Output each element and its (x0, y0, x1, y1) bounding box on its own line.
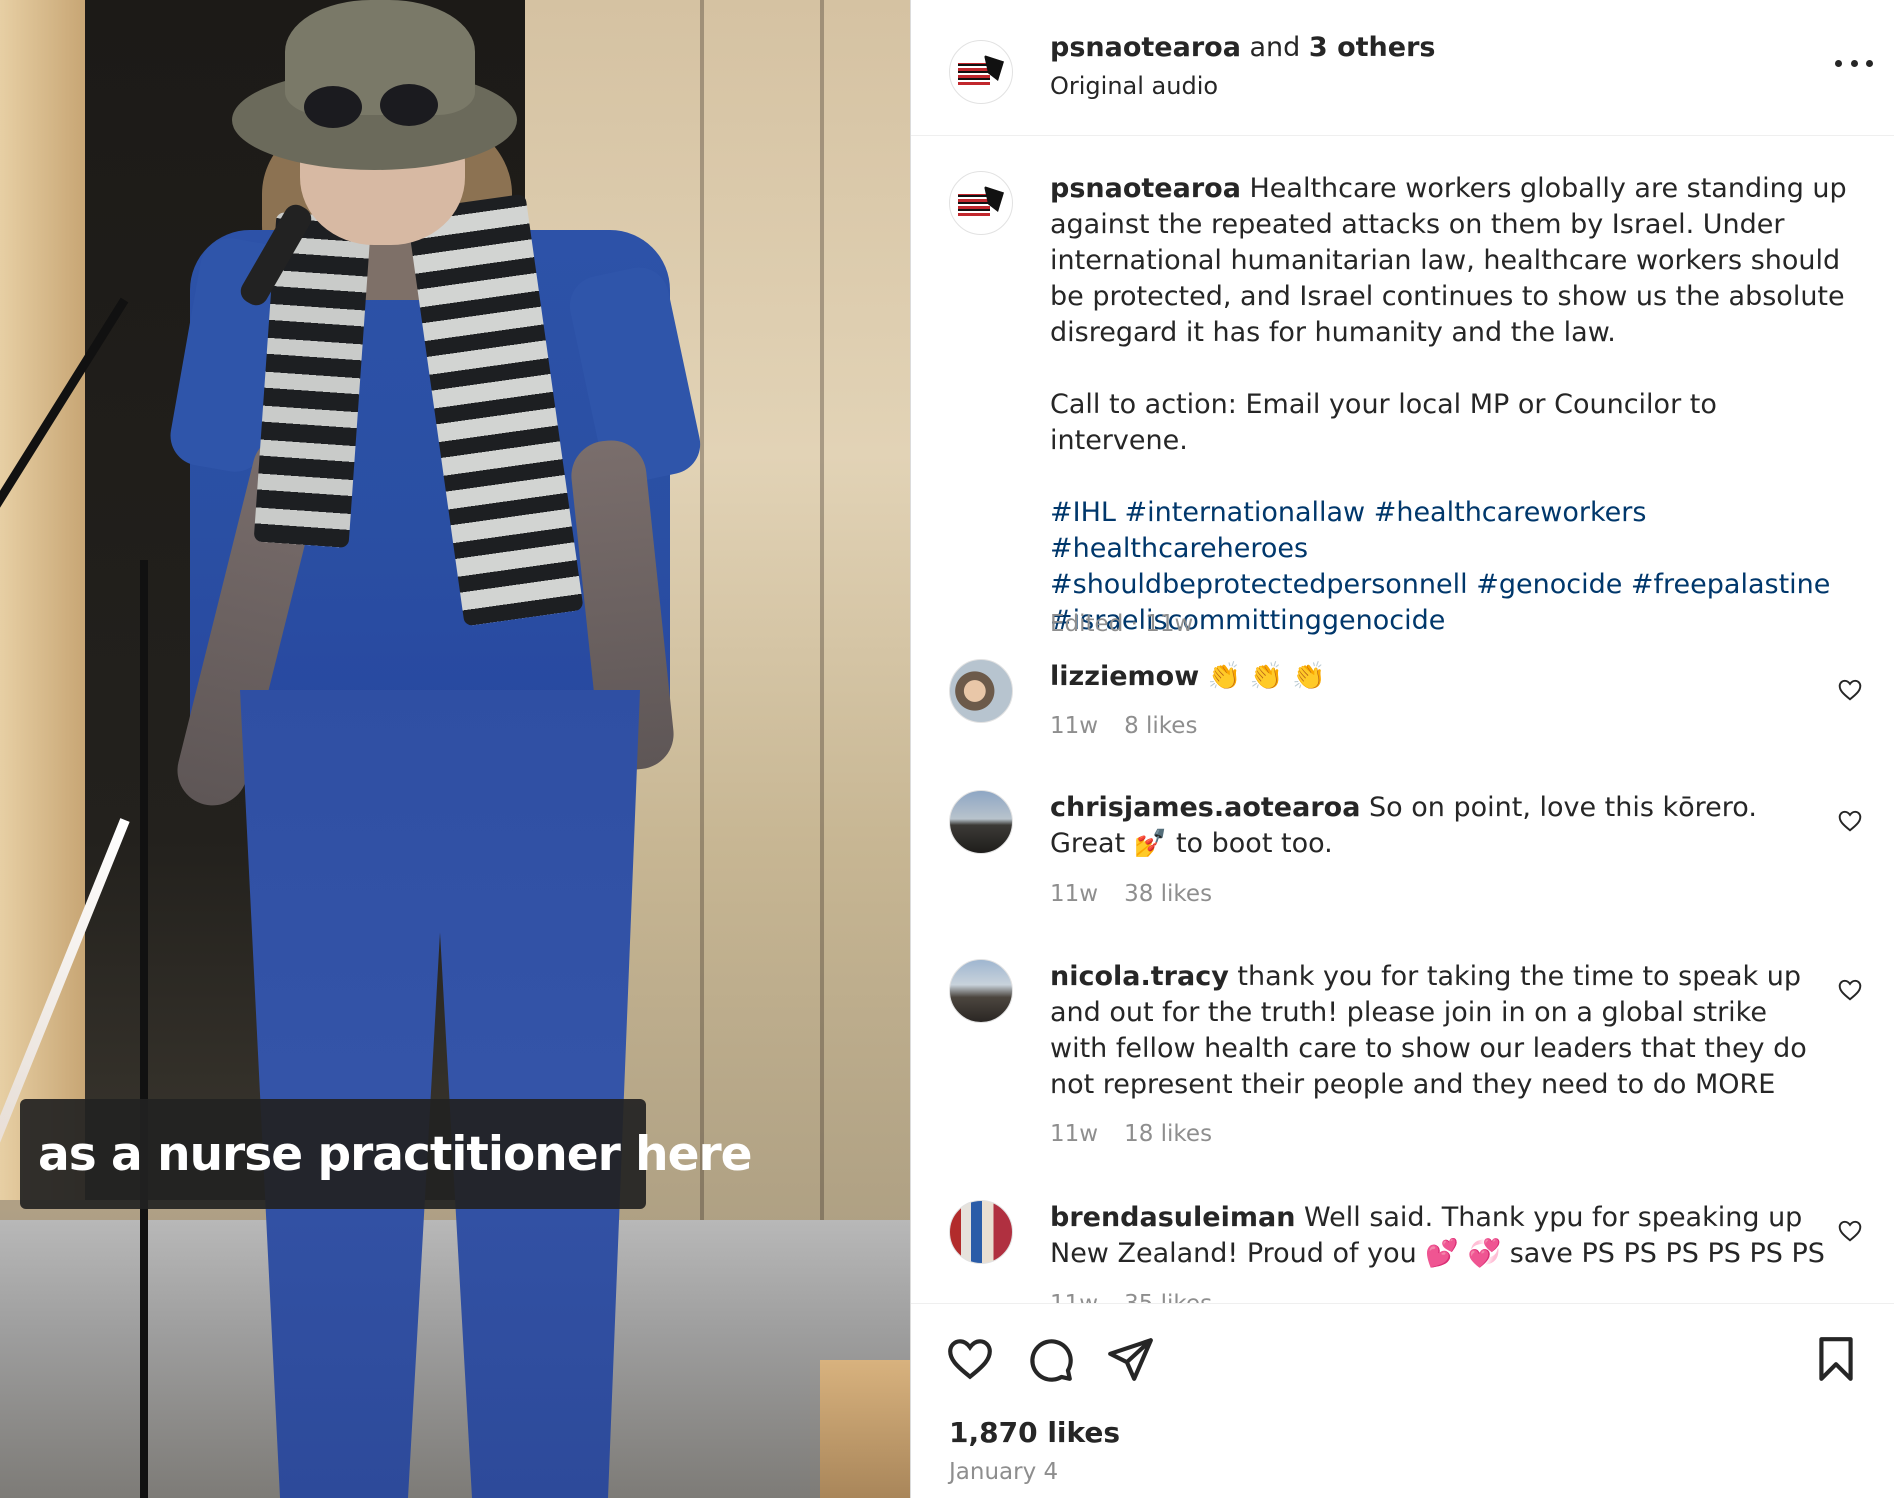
post-date[interactable]: January 4 (949, 1459, 1058, 1485)
sunglasses (300, 78, 445, 128)
microphone-stand (140, 560, 148, 1498)
commenter-username[interactable]: chrisjames.aotearoa (1050, 792, 1360, 823)
comment-icon[interactable] (1025, 1334, 1075, 1384)
comment-likes[interactable]: 38 likes (1124, 881, 1212, 907)
microphone-boom (0, 297, 129, 778)
post-side-panel: psnaotearoa and 3 others Original audio … (910, 0, 1894, 1498)
speaker (0, 0, 910, 1498)
hashtags[interactable]: #shouldbeprotectedpersonnell #genocide #… (1050, 567, 1860, 603)
comments-list[interactable]: psnaotearoa Healthcare workers globally … (911, 137, 1894, 1303)
share-icon[interactable] (1105, 1334, 1155, 1384)
bookmark-icon[interactable] (1811, 1334, 1861, 1384)
call-to-action: Call to action: Email your local MP or C… (1050, 389, 1717, 456)
audio-label[interactable]: Original audio (1050, 72, 1218, 100)
author-avatar[interactable] (949, 40, 1013, 104)
comment-text: lizziemow 👏 👏 👏 (1050, 659, 1850, 695)
commenter-avatar[interactable] (949, 659, 1013, 723)
comment-likes[interactable]: 35 likes (1124, 1291, 1212, 1303)
comment-like-heart-icon[interactable] (1837, 808, 1863, 834)
commenter-username[interactable]: brendasuleiman (1050, 1202, 1295, 1233)
collaborators-link[interactable]: 3 others (1309, 32, 1436, 63)
commenter-avatar[interactable] (949, 959, 1013, 1023)
post-actions-bar: 1,870 likes January 4 (911, 1303, 1894, 1498)
comment-age: 11w (1050, 1121, 1099, 1147)
instagram-post-view: as a nurse practitioner here psnaotearoa… (0, 0, 1894, 1498)
video-player[interactable]: as a nurse practitioner here (0, 0, 910, 1498)
comment-likes[interactable]: 8 likes (1124, 713, 1197, 739)
speaker-scrubs-pants (240, 690, 640, 1498)
commenter-username[interactable]: lizziemow (1050, 661, 1199, 692)
more-dot-icon (1850, 59, 1858, 67)
comment-age: 11w (1050, 1291, 1098, 1303)
post-header: psnaotearoa and 3 others Original audio (911, 0, 1894, 136)
author-avatar[interactable] (949, 171, 1013, 235)
heart-icon[interactable] (945, 1334, 995, 1384)
commenter-username[interactable]: nicola.tracy (1050, 961, 1229, 992)
comment-like-heart-icon[interactable] (1837, 1218, 1863, 1244)
comment-like-heart-icon[interactable] (1837, 677, 1863, 703)
hashtags[interactable]: #IHL #internationallaw #healthcareworker… (1050, 495, 1860, 567)
author-line: psnaotearoa and 3 others (1050, 32, 1435, 63)
comment-age: 11w (1050, 881, 1099, 907)
commenter-avatar[interactable] (949, 1200, 1013, 1264)
comment-like-heart-icon[interactable] (1837, 977, 1863, 1003)
more-options-button[interactable] (1831, 48, 1877, 78)
comment-likes[interactable]: 18 likes (1124, 1121, 1212, 1147)
author-and: and (1240, 32, 1309, 63)
commenter-avatar[interactable] (949, 790, 1013, 854)
caption-text: psnaotearoa Healthcare workers globally … (1050, 171, 1860, 639)
more-dot-icon (1835, 59, 1842, 67)
edited-timestamp: Edited · 11w (1050, 611, 1194, 637)
comment-meta: 11w 18 likes (1050, 1121, 1238, 1147)
comment-body: 👏 👏 👏 (1199, 661, 1326, 692)
video-caption: as a nurse practitioner here (20, 1099, 753, 1209)
comment-meta: 11w 8 likes (1050, 713, 1223, 739)
likes-count[interactable]: 1,870 likes (949, 1416, 1120, 1449)
more-dot-icon (1866, 59, 1873, 67)
comment-age: 11w (1050, 713, 1099, 739)
video-caption-text: as a nurse practitioner here (38, 1126, 753, 1182)
comment-text: nicola.tracy thank you for taking the ti… (1050, 959, 1830, 1103)
caption-username[interactable]: psnaotearoa (1050, 173, 1241, 204)
comment-meta: 11w 35 likes (1050, 1291, 1238, 1303)
comment-meta: 11w 38 likes (1050, 881, 1238, 907)
comment-text: brendasuleiman Well said. Thank ypu for … (1050, 1200, 1830, 1272)
author-username[interactable]: psnaotearoa (1050, 32, 1241, 63)
caption-meta: Edited · 11w (1050, 611, 1219, 637)
comment-text: chrisjames.aotearoa So on point, love th… (1050, 790, 1820, 862)
